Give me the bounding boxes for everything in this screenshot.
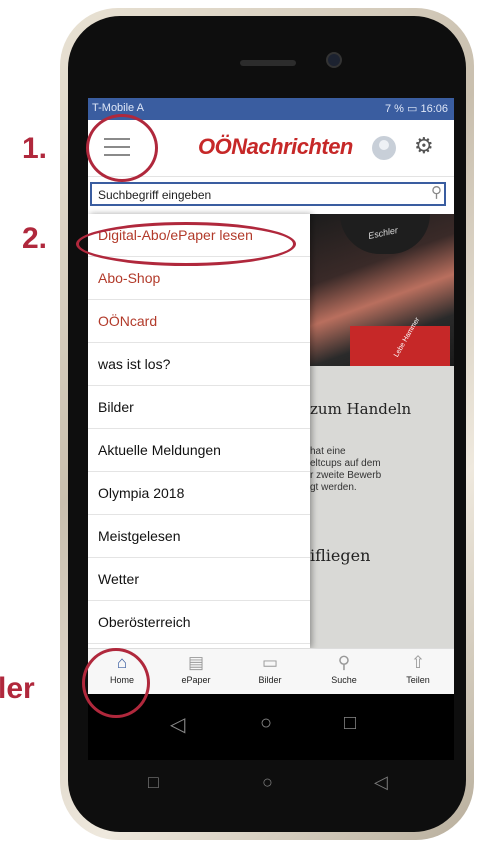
search-icon: ⚲: [337, 653, 351, 672]
article-teaser: hat eine eltcups auf dem r zweite Bewerb…: [310, 446, 381, 494]
teaser-line: hat eine: [310, 446, 346, 457]
earpiece-speaker: [240, 60, 296, 66]
front-camera-icon: [326, 52, 342, 68]
callout-1: 1.: [22, 132, 48, 165]
drawer-item-was-ist-los[interactable]: was ist los?: [88, 343, 310, 386]
hardware-recents-icon[interactable]: □: [148, 772, 159, 793]
drawer-item-aktuelle-meldungen[interactable]: Aktuelle Meldungen: [88, 429, 310, 472]
hardware-back-icon[interactable]: ◁: [374, 772, 388, 793]
drawer-item-meistgelesen[interactable]: Meistgelesen: [88, 515, 310, 558]
drawer-item-olympia[interactable]: Olympia 2018: [88, 472, 310, 515]
nav-suche[interactable]: ⚲ Suche: [314, 651, 374, 685]
back-icon[interactable]: ◁: [170, 712, 185, 737]
status-time: 16:06: [420, 103, 448, 115]
article-headline[interactable]: zum Handeln: [310, 400, 411, 418]
bilder-icon: ▭: [261, 653, 279, 672]
hardware-home-icon[interactable]: ○: [262, 772, 273, 793]
navigation-drawer: Digital-Abo/ePaper lesen Abo-Shop OÖNcar…: [88, 214, 310, 648]
nav-epaper[interactable]: ▤ ePaper: [166, 651, 226, 685]
search-input[interactable]: Suchbegriff eingeben: [90, 182, 446, 206]
teaser-line: eltcups auf dem: [310, 458, 381, 469]
highlight-digital-abo-ring: [76, 222, 296, 266]
battery-percent: 7 %: [384, 103, 404, 115]
drawer-item-wetter[interactable]: Wetter: [88, 558, 310, 601]
battery-icon: ▭: [407, 103, 418, 115]
status-right: 7 % ▭ 16:06: [385, 102, 448, 115]
status-bar: T-Mobile A 7 % ▭ 16:06: [88, 98, 454, 120]
search-icon[interactable]: ⚲: [431, 183, 442, 201]
callout-2: 2.: [22, 222, 48, 255]
gear-icon[interactable]: ⚙: [414, 134, 434, 158]
epaper-icon: ▤: [187, 653, 205, 672]
home-circle-icon[interactable]: ○: [260, 712, 272, 735]
teaser-line: gt werden.: [310, 482, 357, 493]
nav-label: ePaper: [181, 675, 211, 685]
nav-label: Suche: [331, 675, 357, 685]
avatar-icon[interactable]: [372, 136, 396, 160]
carrier-label: T-Mobile A: [92, 102, 144, 114]
article-headline-2[interactable]: ifliegen: [310, 546, 370, 565]
drawer-item-oencard[interactable]: OÖNcard: [88, 300, 310, 343]
highlight-home-ring: [82, 648, 150, 718]
nav-label: Bilder: [258, 675, 282, 685]
drawer-item-bilder[interactable]: Bilder: [88, 386, 310, 429]
share-icon: ⇧: [410, 653, 426, 672]
nav-bilder[interactable]: ▭ Bilder: [240, 651, 300, 685]
search-bar: Suchbegriff eingeben ⚲: [88, 178, 454, 212]
nav-label: Teilen: [406, 675, 430, 685]
teaser-line: r zweite Bewerb: [310, 470, 382, 481]
app-logo[interactable]: OÖNachrichten: [198, 134, 353, 160]
nav-teilen[interactable]: ⇧ Teilen: [388, 651, 448, 685]
highlight-menu-ring: [86, 114, 158, 182]
article-photo[interactable]: Eschler Lebe Hammer: [310, 214, 454, 366]
recents-icon[interactable]: □: [344, 712, 356, 735]
article-content: Eschler Lebe Hammer zum Handeln hat eine…: [310, 214, 454, 692]
drawer-item-oberoesterreich[interactable]: Oberösterreich: [88, 601, 310, 644]
callout-3: ler: [0, 672, 35, 705]
